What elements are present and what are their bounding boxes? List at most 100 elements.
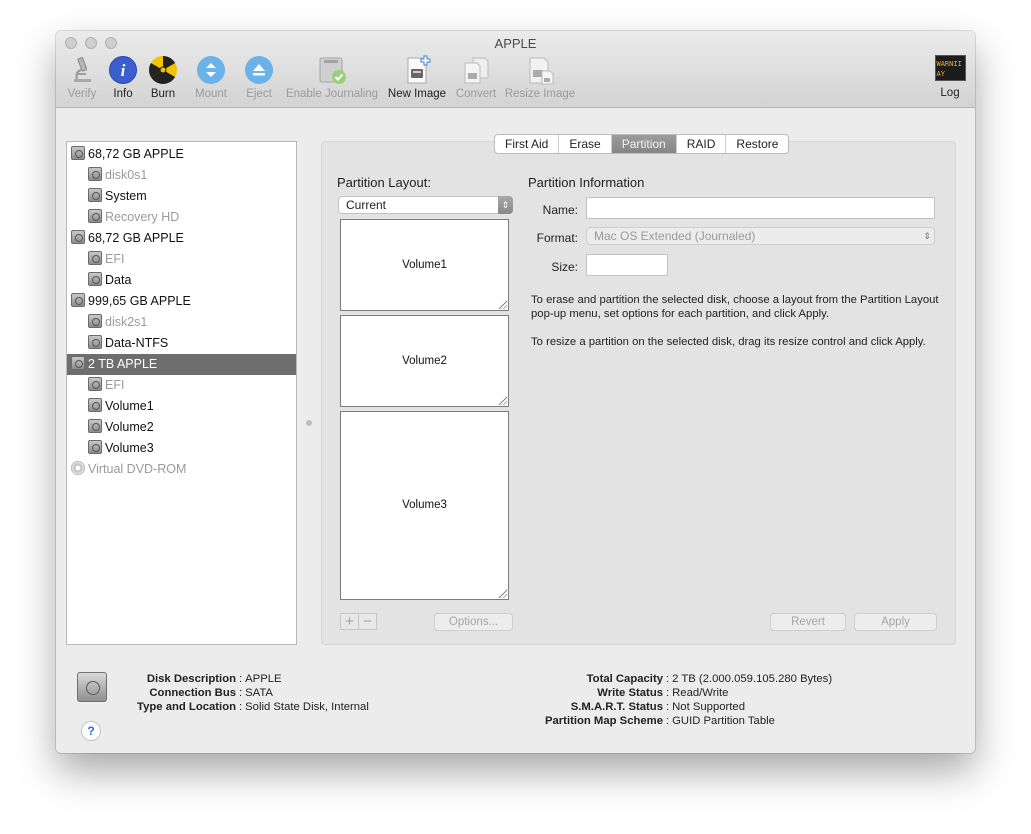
size-input[interactable] — [586, 254, 668, 276]
add-partition-button[interactable]: + — [341, 614, 359, 629]
sidebar-item[interactable]: 999,65 GB APPLE — [67, 291, 296, 312]
tab-first-aid[interactable]: First Aid — [495, 135, 560, 153]
journaling-icon — [319, 57, 346, 84]
sidebar-item-label: 68,72 GB APPLE — [88, 147, 184, 161]
volume-label: Volume1 — [402, 259, 447, 271]
detail-value: Read/Write — [672, 687, 729, 699]
resize-grip-icon[interactable] — [497, 588, 507, 598]
partition-layout-select[interactable]: Current ⇕ — [338, 196, 513, 214]
sidebar-item-label: System — [105, 189, 147, 203]
sidebar-item[interactable]: EFI — [67, 249, 296, 270]
tab-raid[interactable]: RAID — [677, 135, 727, 153]
enable-journaling-label: Enable Journaling — [285, 88, 379, 100]
convert-button[interactable]: Convert — [453, 55, 499, 105]
sidebar-item[interactable]: disk0s1 — [67, 165, 296, 186]
hard-disk-icon — [88, 314, 102, 329]
volume-label: Volume3 — [402, 499, 447, 511]
remove-partition-button[interactable]: − — [359, 614, 376, 629]
info-icon: i — [109, 56, 137, 84]
detail-key: Type and Location — [137, 701, 236, 713]
info-label: Info — [113, 88, 133, 100]
hard-disk-icon — [88, 188, 102, 203]
partition-layout-value: Current — [346, 198, 387, 212]
sidebar-item[interactable]: Volume1 — [67, 396, 296, 417]
tab-partition[interactable]: Partition — [611, 135, 677, 153]
format-label: Format: — [536, 231, 578, 245]
sidebar-item[interactable]: Data-NTFS — [67, 333, 296, 354]
partition-volume-2[interactable]: Volume2 — [340, 315, 509, 407]
sidebar-item-label: Volume2 — [105, 420, 154, 434]
new-image-label: New Image — [387, 88, 447, 100]
help-button[interactable]: ? — [81, 721, 101, 741]
info-button[interactable]: i Info — [106, 55, 140, 105]
detail-total-capacity: Total Capacity:2 TB (2.000.059.105.280 B… — [526, 672, 832, 686]
format-value: Mac OS Extended (Journaled) — [594, 229, 756, 243]
partition-volume-3[interactable]: Volume3 — [340, 411, 509, 600]
sidebar-item[interactable]: EFI — [67, 375, 296, 396]
detail-separator: : — [239, 673, 243, 685]
log-icon-line-1: WARNII — [936, 60, 962, 68]
tab-erase[interactable]: Erase — [559, 135, 612, 153]
format-select[interactable]: Mac OS Extended (Journaled) ⇕ — [586, 227, 935, 245]
detail-key: S.M.A.R.T. Status — [570, 701, 663, 713]
detail-separator: : — [666, 715, 670, 727]
hard-disk-icon — [88, 209, 102, 224]
partition-volume-1[interactable]: Volume1 — [340, 219, 509, 311]
sidebar-item[interactable]: 2 TB APPLE — [67, 354, 296, 375]
sidebar-item[interactable]: System — [67, 186, 296, 207]
sidebar-item-label: Volume1 — [105, 399, 154, 413]
detail-key: Write Status — [597, 687, 663, 699]
verify-button[interactable]: Verify — [64, 55, 100, 105]
mount-label: Mount — [195, 88, 227, 100]
name-input[interactable] — [586, 197, 935, 219]
add-remove-partition-control: + − — [340, 613, 377, 630]
hard-disk-icon — [88, 398, 102, 413]
sidebar-item-label: 2 TB APPLE — [88, 357, 158, 371]
titlebar-toolbar: APPLE Verify i Info Burn Mount Eject Ena… — [56, 31, 975, 108]
hard-disk-icon — [71, 356, 85, 371]
microscope-icon — [74, 57, 91, 82]
resize-image-button[interactable]: Resize Image — [504, 55, 576, 105]
log-button[interactable]: WARNII AY 7:36 Log — [932, 55, 968, 105]
disk-list[interactable]: 68,72 GB APPLE disk0s1 System Recovery HD 68… — [66, 141, 297, 645]
detail-separator: : — [666, 687, 670, 699]
log-icon: WARNII AY 7:36 — [934, 55, 966, 81]
disk-utility-window: APPLE Verify i Info Burn Mount Eject Ena… — [56, 31, 975, 753]
eject-button[interactable]: Eject — [242, 55, 276, 105]
detail-value: GUID Partition Table — [672, 715, 775, 727]
sidebar-item-label: 999,65 GB APPLE — [88, 294, 191, 308]
window-title: APPLE — [494, 36, 537, 51]
new-image-button[interactable]: New Image — [386, 55, 448, 105]
tab-restore[interactable]: Restore — [726, 135, 788, 153]
tab-bar: First Aid Erase Partition RAID Restore — [494, 134, 790, 154]
resize-grip-icon[interactable] — [497, 299, 507, 309]
sidebar-item[interactable]: 68,72 GB APPLE — [67, 144, 296, 165]
burn-button[interactable]: Burn — [146, 55, 180, 105]
sidebar-item[interactable]: Virtual DVD-ROM — [67, 459, 296, 480]
sidebar-item[interactable]: Recovery HD — [67, 207, 296, 228]
sidebar-item[interactable]: Data — [67, 270, 296, 291]
detail-key: Total Capacity — [586, 673, 663, 685]
detail-connection-bus: Connection Bus: SATA — [116, 686, 273, 700]
detail-separator: : — [666, 673, 670, 685]
mount-button[interactable]: Mount — [192, 55, 230, 105]
resize-grip-icon[interactable] — [497, 395, 507, 405]
split-view-handle[interactable] — [306, 420, 312, 426]
detail-key: Connection Bus — [149, 687, 236, 699]
detail-smart-status: S.M.A.R.T. Status: Not Supported — [526, 700, 745, 714]
volume-label: Volume2 — [402, 355, 447, 367]
sidebar-item[interactable]: 68,72 GB APPLE — [67, 228, 296, 249]
name-label: Name: — [542, 203, 578, 217]
sidebar-item-label: Data — [105, 273, 132, 287]
enable-journaling-button[interactable]: Enable Journaling — [282, 55, 382, 105]
apply-button[interactable]: Apply — [854, 613, 937, 631]
sidebar-item[interactable]: Volume2 — [67, 417, 296, 438]
updown-chevron-icon: ⇕ — [498, 196, 513, 214]
options-button[interactable]: Options... — [434, 613, 513, 631]
sidebar-item[interactable]: Volume3 — [67, 438, 296, 459]
resize-image-label: Resize Image — [504, 88, 576, 100]
sidebar-item[interactable]: disk2s1 — [67, 312, 296, 333]
revert-button[interactable]: Revert — [770, 613, 846, 631]
detail-value: Solid State Disk, Internal — [245, 701, 369, 713]
hard-disk-icon — [71, 230, 85, 245]
